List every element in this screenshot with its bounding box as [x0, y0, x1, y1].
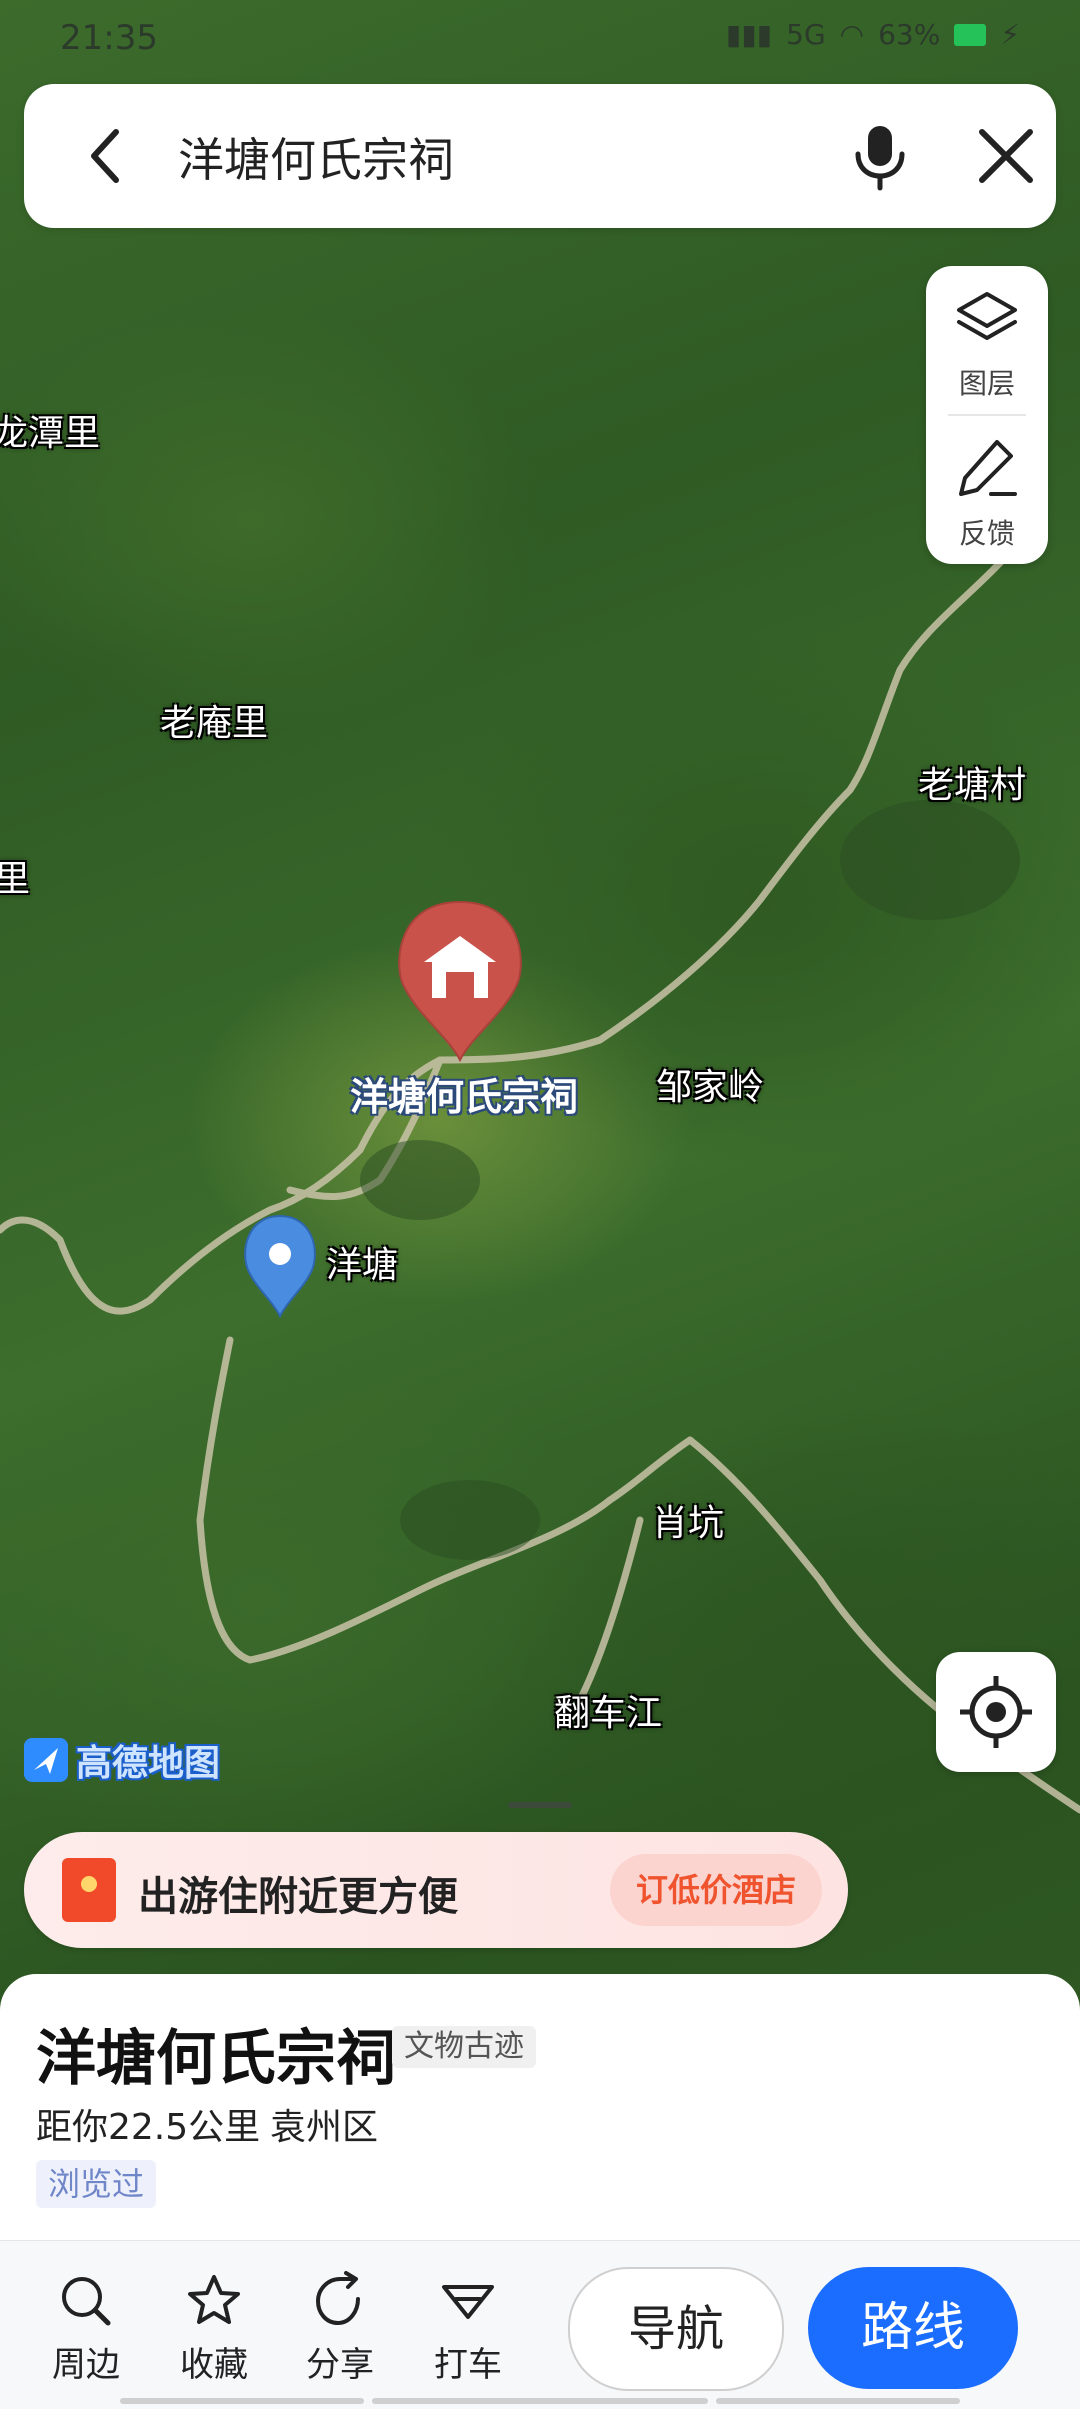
amap-logo-text: 高德地图 — [76, 1743, 221, 1784]
nearby-button[interactable]: 周边 — [36, 2271, 136, 2386]
amap-logo-icon — [24, 1738, 68, 1782]
star-icon — [188, 2275, 240, 2324]
system-nav-bar[interactable] — [372, 2398, 708, 2404]
feedback-label: 反馈 — [958, 517, 1015, 550]
map-label-4: 里 — [0, 859, 31, 900]
back-arrow-icon[interactable] — [70, 118, 146, 194]
map-tools-panel: 图层 反馈 — [926, 266, 1048, 564]
signal-icon: ▮▮▮ — [725, 18, 773, 51]
taxi-label: 打车 — [434, 2345, 502, 2385]
red-envelope-icon — [62, 1858, 116, 1922]
favorite-button[interactable]: 收藏 — [164, 2271, 264, 2386]
battery-icon — [954, 23, 987, 46]
map-label-8: 翻车江 — [554, 1693, 663, 1734]
location-pin-icon[interactable] — [244, 1214, 316, 1319]
microphone-icon[interactable] — [842, 118, 918, 194]
route-button[interactable]: 路线 — [808, 2267, 1018, 2389]
navigate-button[interactable]: 导航 — [568, 2267, 784, 2391]
map-label-7: 肖坑 — [652, 1503, 725, 1544]
place-name: 洋塘何氏宗祠 — [36, 2024, 396, 2094]
status-time: 21:35 — [60, 18, 158, 58]
crosshair-icon — [960, 1676, 1032, 1748]
share-icon — [315, 2271, 360, 2326]
charging-icon: ⚡ — [1000, 18, 1020, 51]
viewed-badge: 浏览过 — [36, 2160, 157, 2208]
poi-pin-icon[interactable] — [398, 900, 522, 1063]
edit-pencil-icon — [959, 440, 1017, 496]
place-category-tag: 文物古迹 — [392, 2026, 536, 2068]
layers-label: 图层 — [958, 367, 1015, 400]
place-district: 袁州区 — [270, 2107, 379, 2148]
map-label-6: 洋塘 — [326, 1245, 399, 1286]
action-bar: 周边 收藏 分享 打车 导航 路线 — [0, 2240, 1080, 2409]
layers-button[interactable]: 图层 — [926, 266, 1048, 412]
nearby-label: 周边 — [52, 2345, 120, 2385]
map-label-2: 老庵里 — [160, 703, 269, 744]
share-label: 分享 — [306, 2345, 374, 2385]
search-query[interactable]: 洋塘何氏宗祠 — [178, 124, 454, 190]
status-bar: 21:35 ▮▮▮ 5G ◠ 63% ⚡ — [0, 0, 1080, 80]
map-label-1: 龙潭里 — [0, 413, 101, 454]
promo-text: 出游住附近更方便 — [138, 1874, 458, 1920]
system-nav-bar[interactable] — [716, 2398, 960, 2404]
close-icon[interactable] — [968, 118, 1044, 194]
search-bar[interactable]: 洋塘何氏宗祠 — [24, 84, 1056, 228]
sheet-drag-handle[interactable] — [508, 1802, 572, 1808]
feedback-button[interactable]: 反馈 — [926, 416, 1048, 562]
system-nav-bar[interactable] — [120, 2398, 364, 2404]
battery-percent: 63% — [878, 18, 941, 51]
map-label-5: 邹家岭 — [656, 1067, 765, 1108]
hotel-promo-banner[interactable]: 出游住附近更方便 订低价酒店 — [24, 1832, 848, 1948]
status-icons: ▮▮▮ 5G ◠ 63% ⚡ — [726, 18, 1020, 51]
network-type: 5G — [786, 18, 826, 51]
wifi-icon: ◠ — [839, 18, 865, 51]
map-label-3: 老塘村 — [918, 765, 1027, 806]
search-icon — [62, 2277, 111, 2326]
layers-icon — [957, 292, 1017, 340]
taxi-button[interactable]: 打车 — [418, 2271, 518, 2386]
locate-me-button[interactable] — [936, 1652, 1056, 1772]
share-button[interactable]: 分享 — [290, 2271, 390, 2386]
book-hotel-button[interactable]: 订低价酒店 — [610, 1854, 822, 1926]
poi-map-label[interactable]: 洋塘何氏宗祠 — [350, 1066, 578, 1121]
favorite-label: 收藏 — [180, 2345, 248, 2385]
amap-logo: 高德地图 — [22, 1734, 220, 1786]
place-distance: 距你22.5公里 — [36, 2107, 261, 2148]
taxi-icon — [442, 2285, 494, 2319]
